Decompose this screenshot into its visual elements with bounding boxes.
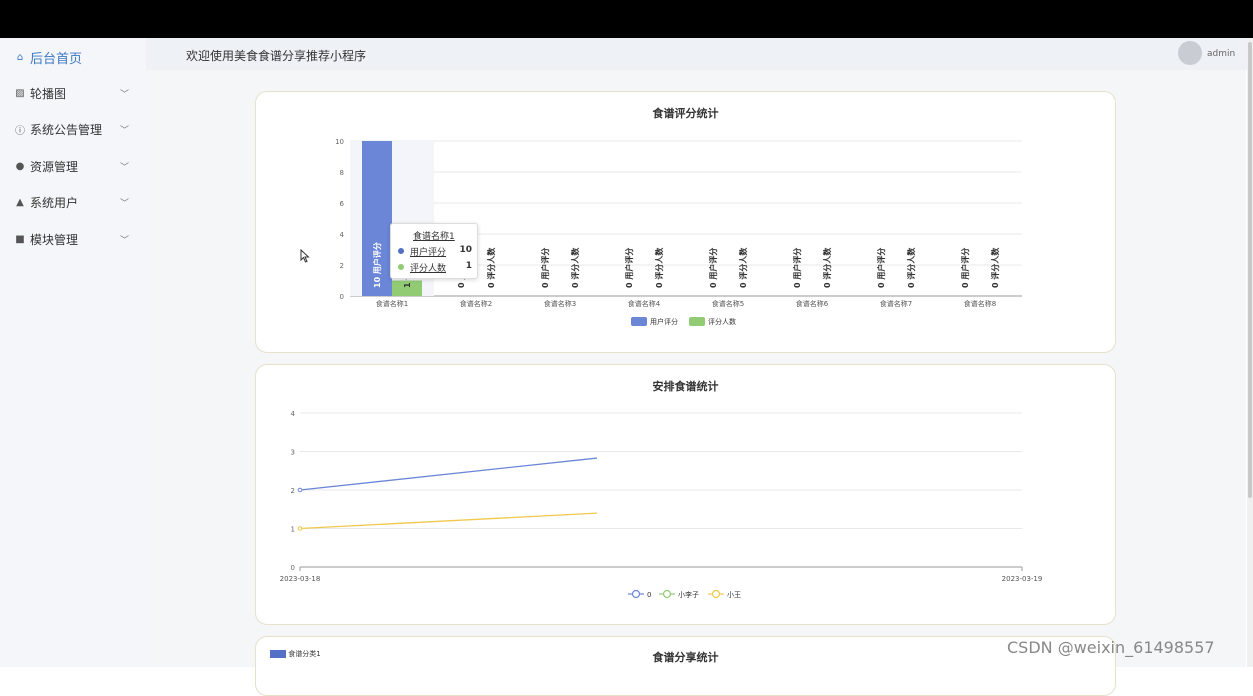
data-point — [297, 487, 303, 493]
x-tick-label: 食谱名称3 — [544, 299, 576, 308]
legend-marker — [662, 589, 672, 599]
sidebar-item-label: 轮播图 — [30, 86, 67, 101]
top-black-bar — [0, 0, 1253, 38]
data-label: 0 用户评分 — [792, 248, 802, 288]
x-tick-label: 食谱名称5 — [712, 299, 744, 308]
image-icon: ▨ — [15, 87, 25, 99]
x-tick-label: 食谱名称8 — [964, 299, 996, 308]
legend-label: 评分人数 — [708, 317, 736, 326]
sidebar-item-users[interactable]: ▲ 系统用户 ﹀ — [0, 184, 146, 220]
data-label: 0 评分人数 — [822, 247, 832, 288]
chart-tooltip: 食谱名称1 用户评分 10 评分人数 1 — [390, 223, 478, 279]
username[interactable]: admin — [1207, 49, 1235, 59]
data-label: 0 用户评分 — [540, 248, 550, 288]
x-tick-label: 食谱名称2 — [460, 299, 492, 308]
rating-bar-chart: 0246810食谱名称110 用户评分1 评分人数食谱名称20 用户评分0 评分… — [335, 138, 1022, 326]
tooltip-value: 1 — [465, 261, 472, 271]
schedule-line-chart: 0 1 2 3 4 2023-03-18 2023-03-19 0 小李子 小王 — [280, 410, 1043, 599]
y-tick-label: 4 — [291, 410, 296, 418]
watermark: CSDN @weixin_61498557 — [1007, 638, 1215, 657]
sidebar-item-modules[interactable]: ■ 模块管理 ﹀ — [0, 221, 146, 257]
series-dot — [398, 248, 404, 254]
avatar[interactable] — [1178, 41, 1202, 65]
sidebar-item-resources[interactable]: ● 资源管理 ﹀ — [0, 148, 146, 184]
sidebar-item-home[interactable]: ⌂ 后台首页 — [0, 39, 146, 75]
legend-swatch — [689, 317, 705, 326]
y-tick-label: 8 — [340, 169, 344, 177]
data-label: 10 用户评分 — [372, 242, 382, 288]
sidebar: ⌂ 后台首页 ▨ 轮播图 ﹀ ⓘ 系统公告管理 ﹀ ● 资源管理 ﹀ ▲ 系统用… — [0, 38, 146, 667]
data-label: 0 评分人数 — [486, 247, 496, 288]
chevron-down-icon: ﹀ — [120, 235, 130, 246]
tooltip-row: 评分人数 1 — [398, 261, 472, 274]
y-tick-label: 0 — [291, 564, 295, 572]
legend-label: 食谱分类1 — [288, 650, 321, 658]
scrollbar-thumb[interactable] — [1248, 42, 1252, 498]
x-tick-label: 食谱名称6 — [796, 299, 829, 308]
data-label: 0 用户评分 — [708, 248, 718, 288]
resource-icon: ● — [15, 160, 25, 172]
data-label: 0 评分人数 — [990, 247, 1000, 288]
legend-swatch — [270, 650, 286, 658]
chevron-down-icon: ﹀ — [120, 198, 130, 209]
legend-label: 0 — [647, 591, 651, 599]
tooltip-series-name: 用户评分 — [410, 248, 447, 258]
data-label: 0 用户评分 — [624, 248, 634, 288]
y-tick-label: 4 — [340, 231, 345, 239]
series-line — [299, 512, 598, 530]
tooltip-series-name: 评分人数 — [410, 264, 447, 274]
chart-title: 食谱分享统计 — [652, 651, 719, 664]
legend-marker — [711, 589, 721, 599]
legend-label: 小王 — [727, 590, 741, 599]
sidebar-item-label: 系统公告管理 — [30, 122, 103, 137]
y-tick-label: 3 — [291, 449, 295, 457]
y-tick-label: 0 — [340, 293, 344, 301]
data-label: 0 评分人数 — [906, 247, 916, 288]
info-icon: ⓘ — [15, 125, 25, 137]
sidebar-item-announcements[interactable]: ⓘ 系统公告管理 ﹀ — [0, 111, 146, 147]
sidebar-item-label: 模块管理 — [30, 232, 79, 247]
home-icon: ⌂ — [16, 51, 24, 63]
data-label: 0 评分人数 — [738, 247, 748, 288]
user-icon: ▲ — [16, 196, 24, 208]
data-point — [297, 526, 303, 531]
sidebar-item-carousel[interactable]: ▨ 轮播图 ﹀ — [0, 75, 146, 111]
y-tick-label: 2 — [340, 262, 344, 270]
grid-icon: ■ — [15, 233, 25, 245]
y-tick-label: 2 — [291, 487, 295, 495]
data-label: 0 用户评分 — [876, 248, 886, 288]
sidebar-item-label: 后台首页 — [30, 51, 83, 67]
chevron-down-icon: ﹀ — [120, 125, 130, 136]
data-label: 0 评分人数 — [654, 247, 664, 288]
chevron-down-icon: ﹀ — [120, 162, 130, 173]
tooltip-value: 10 — [459, 245, 472, 255]
welcome-text: 欢迎使用美食食谱分享推荐小程序 — [186, 49, 367, 63]
x-tick-label: 食谱名称1 — [376, 299, 408, 308]
legend-marker — [631, 589, 641, 599]
x-tick-label: 食谱名称4 — [628, 299, 661, 308]
y-tick-label: 1 — [291, 526, 295, 534]
y-tick-label: 10 — [335, 138, 344, 146]
series-dot — [398, 264, 404, 270]
sidebar-item-label: 资源管理 — [30, 159, 79, 174]
tooltip-row: 用户评分 10 — [398, 245, 472, 258]
x-tick-label: 2023-03-19 — [1002, 575, 1043, 583]
chart-legend: 食谱分类1 — [270, 649, 321, 659]
data-label: 0 用户评分 — [960, 248, 970, 288]
series-line — [299, 457, 598, 491]
data-label: 0 评分人数 — [570, 247, 580, 288]
legend-label: 小李子 — [678, 590, 699, 599]
header: 欢迎使用美食食谱分享推荐小程序 admin — [146, 38, 1253, 70]
x-tick-label: 2023-03-18 — [280, 575, 321, 583]
sidebar-item-label: 系统用户 — [30, 195, 79, 210]
legend-label: 用户评分 — [650, 317, 678, 326]
chevron-down-icon: ﹀ — [120, 89, 130, 100]
mouse-cursor-icon — [300, 249, 310, 263]
x-tick-label: 食谱名称7 — [880, 299, 912, 308]
share-chart-card: 食谱分享统计 — [255, 636, 1116, 696]
tooltip-title: 食谱名称1 — [413, 232, 455, 242]
legend-swatch — [631, 317, 647, 326]
y-tick-label: 6 — [340, 200, 345, 208]
